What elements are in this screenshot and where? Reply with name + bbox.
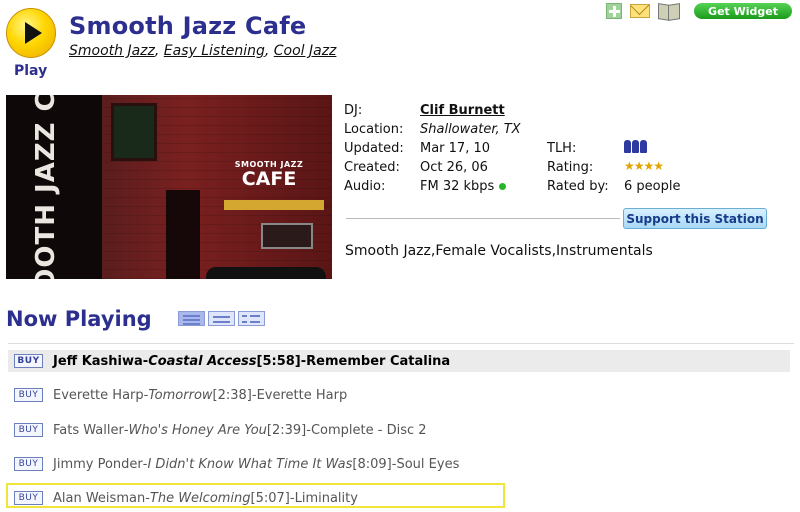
created-label: Created: [344, 160, 400, 175]
track-title: Coastal Access [148, 353, 257, 369]
track-album: Complete - Disc 2 [310, 422, 427, 438]
track-artist: Jimmy Ponder [53, 456, 143, 472]
track-duration: [5:58] [256, 353, 301, 369]
track-album: Remember Catalina [306, 353, 451, 369]
get-widget-button[interactable]: Get Widget [694, 3, 792, 19]
track-album: Liminality [294, 490, 358, 506]
track-title: Tomorrow [148, 387, 213, 403]
track-row: BUY Jimmy Ponder - I Didn't Know What Ti… [8, 453, 790, 475]
location-value: Shallowater, TX [420, 122, 521, 137]
view-compact-icon[interactable] [208, 311, 235, 326]
track-duration: [2:39] [266, 422, 307, 438]
buy-button[interactable]: BUY [14, 491, 43, 505]
track-row: BUY Alan Weisman - The Welcoming [5:07] … [8, 487, 790, 509]
track-artist: Everette Harp [53, 387, 144, 403]
buy-button[interactable]: BUY [14, 354, 43, 368]
track-album: Soul Eyes [396, 456, 460, 472]
track-duration: [8:09] [352, 456, 392, 472]
genre-link-easy-listening[interactable]: Easy Listening [164, 43, 265, 59]
station-title: Smooth Jazz Cafe [69, 12, 307, 40]
updated-value: Mar 17, 10 [420, 141, 491, 156]
track-title: The Welcoming [149, 490, 251, 506]
add-icon[interactable] [606, 3, 623, 19]
audio-label: Audio: [344, 179, 386, 194]
station-tags: Smooth Jazz,Female Vocalists,Instrumenta… [345, 243, 653, 259]
buy-button[interactable]: BUY [14, 423, 43, 437]
play-button[interactable] [6, 8, 56, 58]
now-playing-heading: Now Playing [6, 307, 152, 331]
buy-button[interactable]: BUY [14, 457, 43, 471]
dj-label: DJ: [344, 103, 363, 118]
genre-links: Smooth Jazz, Easy Listening, Cool Jazz [69, 43, 337, 59]
support-station-button[interactable]: Support this Station [623, 208, 767, 229]
buy-button[interactable]: BUY [14, 388, 43, 402]
rating-stars-icon: ★★★★ [624, 159, 664, 173]
listeners-icon [624, 140, 647, 153]
view-detail-icon[interactable] [238, 311, 265, 326]
sign-big-text: CAFE [241, 168, 297, 190]
updated-label: Updated: [344, 141, 404, 156]
genre-link-smooth-jazz[interactable]: Smooth Jazz [69, 43, 155, 59]
audio-value: FM 32 kbps [420, 179, 507, 194]
track-duration: [5:07] [250, 490, 290, 506]
station-image-vertical-text: SMOOTH JAZZ CAFE [31, 95, 61, 279]
book-icon[interactable] [658, 3, 680, 19]
track-title: I Didn't Know What Time It Was [147, 456, 353, 472]
top-toolbar: Get Widget [606, 3, 792, 19]
track-artist: Alan Weisman [53, 490, 146, 506]
tlh-label: TLH: [547, 141, 577, 156]
rated-by-value: 6 people [624, 179, 681, 194]
play-icon [25, 22, 42, 44]
mail-icon[interactable] [630, 4, 651, 18]
audio-bitrate: FM 32 kbps [420, 179, 495, 194]
dj-name-link[interactable]: Clif Burnett [420, 103, 505, 118]
track-row: BUY Everette Harp - Tomorrow [2:38] - Ev… [8, 384, 790, 406]
rating-label: Rating: [547, 160, 594, 175]
created-value: Oct 26, 06 [420, 160, 488, 175]
play-label[interactable]: Play [14, 63, 47, 79]
divider [346, 218, 620, 219]
view-toggle [178, 311, 265, 326]
genre-link-cool-jazz[interactable]: Cool Jazz [274, 43, 337, 59]
rated-by-label: Rated by: [547, 179, 609, 194]
playlist: BUY Jeff Kashiwa - Coastal Access [5:58]… [8, 343, 794, 512]
track-title: Who's Honey Are You [128, 422, 267, 438]
station-image: SMOOTH JAZZ CAFE SMOOTH JAZZ CAFE [6, 95, 332, 279]
location-label: Location: [344, 122, 404, 137]
track-artist: Fats Waller [53, 422, 124, 438]
view-list-icon[interactable] [178, 311, 205, 326]
track-album: Everette Harp [256, 387, 348, 403]
track-artist: Jeff Kashiwa [53, 353, 143, 369]
station-image-sign: SMOOTH JAZZ CAFE [228, 160, 310, 202]
track-row: BUY Jeff Kashiwa - Coastal Access [5:58]… [8, 350, 790, 372]
track-duration: [2:38] [212, 387, 252, 403]
track-row: BUY Fats Waller - Who's Honey Are You [2… [8, 419, 790, 441]
status-dot-icon [499, 183, 507, 190]
